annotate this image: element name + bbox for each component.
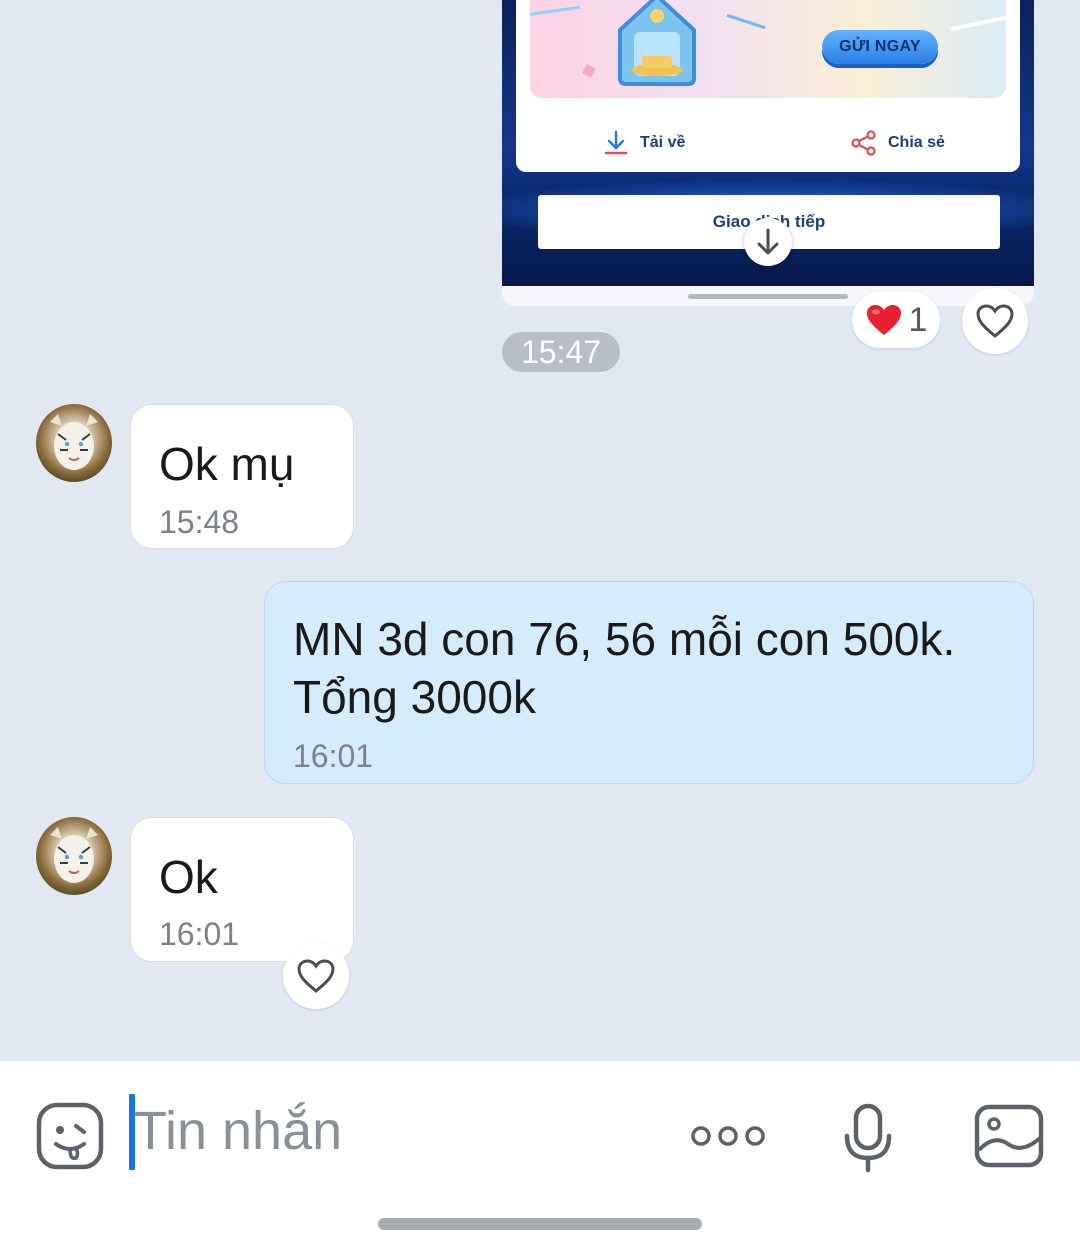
red-heart-icon bbox=[866, 305, 901, 335]
tiger-avatar-image bbox=[50, 827, 98, 883]
avatar[interactable] bbox=[36, 817, 112, 895]
card-content-panel: GỬI NGAY Tải về Chia sẻ bbox=[516, 0, 1020, 172]
send-now-button[interactable]: GỬI NGAY bbox=[822, 30, 938, 64]
tiger-avatar-image bbox=[50, 414, 98, 470]
outgoing-message-bubble[interactable]: MN 3d con 76, 56 mỗi con 500k. Tổng 3000… bbox=[264, 581, 1034, 784]
react-button[interactable] bbox=[962, 288, 1028, 354]
confetti bbox=[530, 5, 580, 18]
message-text: Ok mụ bbox=[159, 438, 295, 490]
message-time: 16:01 bbox=[293, 738, 374, 774]
download-action[interactable]: Tải về bbox=[602, 128, 685, 158]
arrow-down-icon bbox=[757, 228, 779, 255]
confetti bbox=[726, 13, 766, 30]
confetti bbox=[950, 12, 1006, 32]
image-icon bbox=[974, 1104, 1044, 1168]
gallery-button[interactable] bbox=[974, 1104, 1044, 1173]
download-icon bbox=[604, 130, 628, 155]
message-text: Ok bbox=[159, 851, 218, 903]
reaction-count: 1 bbox=[908, 300, 928, 339]
emoji-icon bbox=[36, 1102, 104, 1170]
promo-banner: GỬI NGAY bbox=[530, 0, 1006, 98]
message-text-line2: Tổng 3000k bbox=[293, 671, 536, 723]
card-home-indicator bbox=[688, 294, 848, 299]
more-button[interactable] bbox=[690, 1122, 766, 1155]
download-image-button[interactable] bbox=[744, 218, 792, 266]
confetti bbox=[582, 64, 596, 78]
message-time: 15:48 bbox=[159, 504, 240, 540]
heart-outline-icon bbox=[976, 304, 1014, 338]
share-action[interactable]: Chia sẻ bbox=[850, 128, 945, 158]
download-label: Tải về bbox=[640, 134, 686, 151]
avatar[interactable] bbox=[36, 404, 112, 482]
microphone-icon bbox=[844, 1103, 892, 1173]
timestamp-divider: 15:47 bbox=[502, 332, 620, 372]
emoji-button[interactable] bbox=[36, 1102, 104, 1175]
piggy-house-illustration bbox=[618, 0, 696, 86]
voice-button[interactable] bbox=[842, 1102, 894, 1179]
react-button[interactable] bbox=[283, 943, 349, 1009]
message-time: 16:01 bbox=[159, 916, 240, 952]
heart-outline-icon bbox=[297, 959, 335, 993]
home-indicator bbox=[378, 1218, 702, 1230]
more-icon bbox=[691, 1126, 765, 1146]
reaction-summary[interactable]: 1 bbox=[852, 292, 940, 348]
message-input[interactable]: Tin nhắn bbox=[134, 1100, 342, 1162]
shared-image-card[interactable]: GỬI NGAY Tải về Chia sẻ Giao dịch tiếp bbox=[502, 0, 1034, 306]
message-text-line1: MN 3d con 76, 56 mỗi con 500k. bbox=[293, 613, 956, 665]
share-icon bbox=[851, 130, 876, 156]
incoming-message-bubble[interactable]: Ok 16:01 bbox=[130, 817, 354, 962]
share-label: Chia sẻ bbox=[888, 134, 945, 151]
incoming-message-bubble[interactable]: Ok mụ 15:48 bbox=[130, 404, 354, 549]
